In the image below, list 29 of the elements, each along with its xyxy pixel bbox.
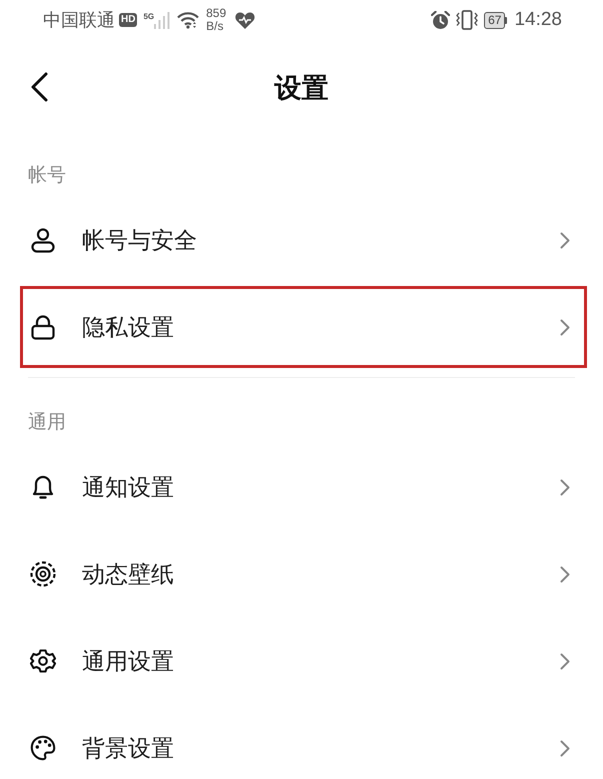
dashed-ring-icon <box>30 561 56 587</box>
chevron-right-icon <box>560 566 570 582</box>
section-header: 帐号 <box>28 164 66 188</box>
vibrate-icon <box>456 10 478 30</box>
wifi-icon <box>177 11 200 29</box>
battery-indicator: 67 <box>484 12 508 28</box>
chevron-right-icon <box>560 318 570 336</box>
signal-icon <box>154 11 170 29</box>
hd-badge: HD <box>119 13 138 27</box>
carrier-name: 中国联通 <box>43 9 115 31</box>
person-icon <box>30 227 56 253</box>
bell-icon <box>30 474 56 500</box>
section-header: 通用 <box>28 411 66 435</box>
gear-icon <box>30 648 56 674</box>
heart-pulse-icon <box>235 12 256 28</box>
alarm-clock-icon <box>431 10 450 30</box>
chevron-right-icon <box>560 478 570 496</box>
network-speed-value: 859 <box>206 7 226 20</box>
network-speed-unit: B/s <box>206 20 224 33</box>
page-title: 设置 <box>274 72 328 105</box>
clock-time: 14:28 <box>514 9 562 31</box>
chevron-right-icon <box>560 652 570 670</box>
lock-icon <box>30 314 56 340</box>
back-icon <box>30 72 48 102</box>
chevron-right-icon <box>560 232 570 248</box>
palette-icon <box>30 735 56 761</box>
chevron-right-icon <box>560 740 570 756</box>
settings-row[interactable]: 隐私设置 <box>20 286 587 368</box>
network-type-label: 5G <box>143 12 154 21</box>
